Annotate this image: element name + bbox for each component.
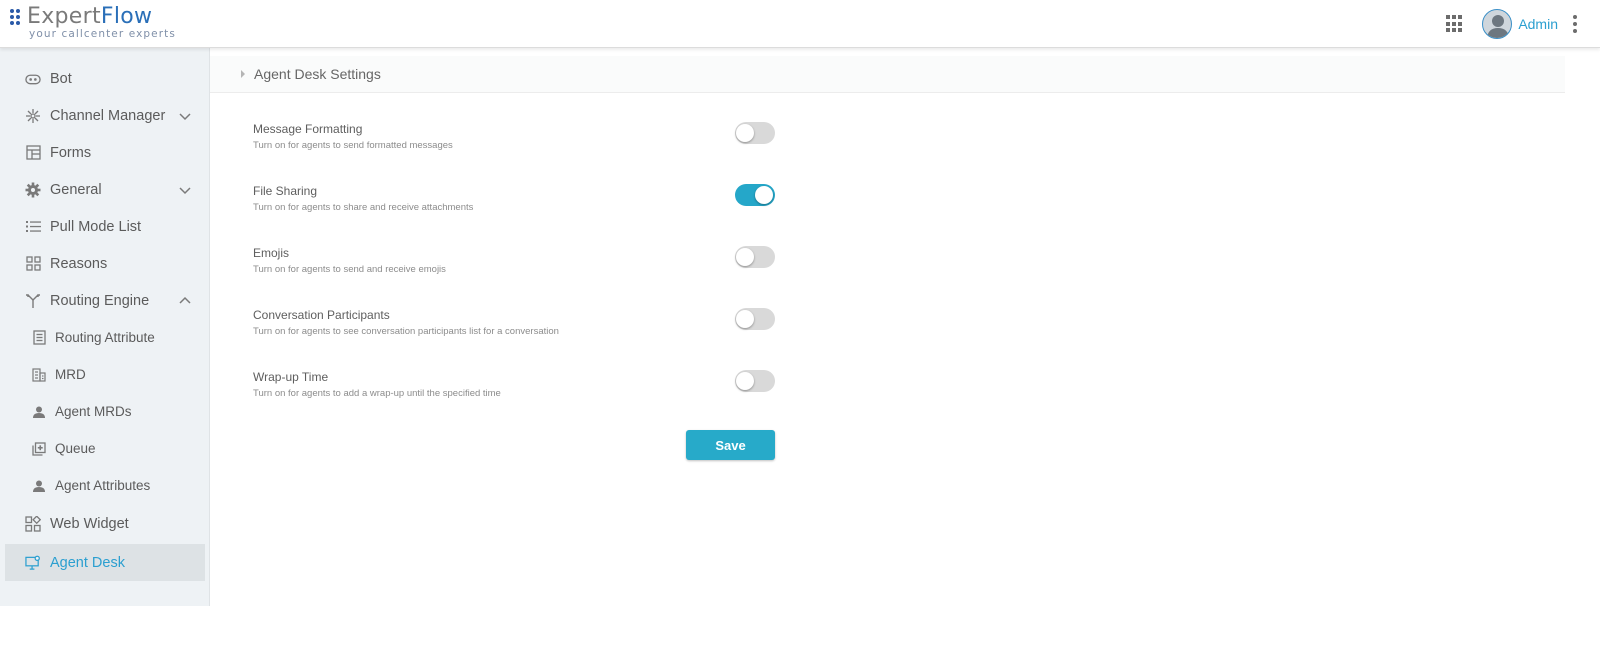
file-sharing-toggle[interactable] (735, 184, 775, 206)
chevron-down-icon[interactable] (179, 184, 191, 196)
sidebar-item-agent-attributes[interactable]: Agent Attributes (5, 467, 205, 504)
conversation-participants-toggle[interactable] (735, 308, 775, 330)
message-formatting-toggle[interactable] (735, 122, 775, 144)
widget-icon (25, 515, 41, 532)
toggle-knob (755, 186, 773, 204)
bot-icon (25, 71, 41, 87)
users-icon (31, 478, 47, 494)
sidebar-item-label: MRD (55, 367, 86, 382)
setting-title: Wrap-up Time (253, 370, 329, 384)
user-avatar-icon (1487, 15, 1510, 38)
setting-message-formatting: Message Formatting Turn on for agents to… (253, 122, 793, 162)
apps-grid-icon[interactable] (1446, 15, 1464, 33)
sidebar-item-label: Web Widget (50, 515, 129, 532)
chevron-up-icon[interactable] (179, 295, 191, 307)
sidebar-item-forms[interactable]: Forms (5, 134, 205, 171)
sidebar-item-label: Reasons (50, 255, 108, 272)
logo-word-flow: Flow (100, 4, 153, 29)
logo-word-expert: Expert (27, 4, 101, 29)
chevron-down-icon[interactable] (179, 110, 191, 122)
sidebar-item-pull-mode-list[interactable]: Pull Mode List (5, 208, 205, 245)
setting-description: Turn on for agents to send and receive e… (253, 264, 446, 275)
sidebar-item-label: Agent MRDs (55, 404, 132, 419)
gear-icon (25, 182, 41, 198)
avatar[interactable] (1482, 9, 1513, 39)
logo-dots-icon (10, 9, 26, 25)
sidebar-item-label: Bot (50, 70, 72, 87)
users-icon (31, 404, 47, 420)
sidebar-item-reasons[interactable]: Reasons (5, 245, 205, 282)
monitor-icon (25, 555, 41, 571)
logo-wordmark: ExpertFlow (27, 4, 152, 29)
setting-wrap-up-time: Wrap-up Time Turn on for agents to add a… (253, 370, 793, 410)
sidebar-menu: Bot Channel Manager Forms General Pull M… (5, 54, 205, 606)
sidebar-item-channel-manager[interactable]: Channel Manager (5, 97, 205, 134)
sidebar-item-general[interactable]: General (5, 171, 205, 208)
sidebar: Bot Channel Manager Forms General Pull M… (0, 48, 210, 654)
sidebar-item-label: Forms (50, 144, 92, 161)
sidebar-item-agent-desk[interactable]: Agent Desk (5, 544, 205, 581)
sidebar-item-label: General (50, 181, 102, 198)
sidebar-item-mrd[interactable]: MRD (5, 356, 205, 393)
setting-emojis: Emojis Turn on for agents to send and re… (253, 246, 793, 286)
grid-icon (25, 256, 41, 272)
toggle-knob (736, 372, 754, 390)
page-title: Agent Desk Settings (254, 66, 381, 82)
toggle-knob (736, 248, 754, 266)
setting-title: File Sharing (253, 184, 318, 198)
setting-conversation-participants: Conversation Participants Turn on for ag… (253, 308, 793, 348)
user-name[interactable]: Admin (1518, 16, 1558, 32)
forms-icon (25, 145, 41, 161)
sidebar-item-label: Routing Engine (50, 292, 150, 309)
sidebar-item-routing-engine[interactable]: Routing Engine (5, 282, 205, 319)
main-content: Agent Desk Settings Message Formatting T… (210, 48, 1600, 606)
caret-right-icon[interactable] (241, 70, 245, 78)
sidebar-item-routing-attribute[interactable]: Routing Attribute (5, 319, 205, 356)
section-header[interactable]: Agent Desk Settings (210, 56, 1565, 93)
setting-title: Message Formatting (253, 122, 363, 136)
sidebar-item-label: Routing Attribute (55, 330, 155, 345)
sidebar-item-label: Pull Mode List (50, 218, 142, 235)
sidebar-item-queue[interactable]: Queue (5, 430, 205, 467)
toggle-knob (736, 310, 754, 328)
channel-manager-icon (25, 108, 41, 124)
setting-description: Turn on for agents to add a wrap-up unti… (253, 388, 501, 399)
more-options-icon[interactable] (1572, 15, 1578, 33)
sidebar-item-label: Agent Attributes (55, 478, 151, 493)
sidebar-item-label: Agent Desk (50, 554, 125, 571)
toggle-knob (736, 124, 754, 142)
setting-title: Conversation Participants (253, 308, 390, 322)
list-icon (25, 219, 41, 235)
setting-title: Emojis (253, 246, 290, 260)
setting-description: Turn on for agents to see conversation p… (253, 326, 559, 337)
logo-tagline: your callcenter experts (29, 28, 176, 40)
expertflow-logo[interactable]: ExpertFlow your callcenter experts (10, 4, 175, 43)
sidebar-item-web-widget[interactable]: Web Widget (5, 505, 205, 542)
setting-description: Turn on for agents to share and receive … (253, 202, 474, 213)
building-icon (31, 367, 47, 383)
wrap-up-time-toggle[interactable] (735, 370, 775, 392)
header-actions: Admin (1446, 7, 1578, 41)
top-header: ExpertFlow your callcenter experts Admin (0, 0, 1600, 48)
sidebar-item-agent-mrds[interactable]: Agent MRDs (5, 393, 205, 430)
setting-file-sharing: File Sharing Turn on for agents to share… (253, 184, 793, 224)
sidebar-item-bot[interactable]: Bot (5, 60, 205, 97)
routing-icon (25, 293, 41, 309)
queue-icon (31, 441, 47, 457)
sidebar-item-label: Channel Manager (50, 107, 166, 124)
save-button[interactable]: Save (686, 430, 775, 460)
sidebar-bottom-space (0, 625, 200, 654)
emojis-toggle[interactable] (735, 246, 775, 268)
sidebar-item-label: Queue (55, 441, 96, 456)
setting-description: Turn on for agents to send formatted mes… (253, 140, 453, 151)
document-icon (31, 330, 47, 346)
